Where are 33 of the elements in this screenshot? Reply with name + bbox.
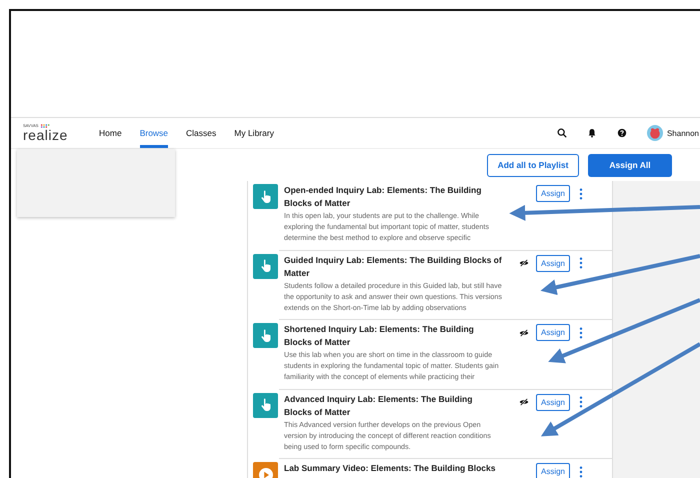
assign-button[interactable]: Assign xyxy=(536,254,570,272)
logo-dots-icon xyxy=(40,124,50,128)
more-options-icon[interactable] xyxy=(579,326,583,338)
nav-tab[interactable]: Classes xyxy=(186,118,216,148)
assign-button[interactable]: Assign xyxy=(536,463,570,478)
hand-pointer-icon xyxy=(253,184,278,209)
nav-tab[interactable]: Home xyxy=(99,118,122,148)
avatar-icon[interactable] xyxy=(646,125,663,141)
nav-tab[interactable]: My Library xyxy=(234,118,274,148)
hand-pointer-icon xyxy=(253,254,278,278)
hand-pointer-icon xyxy=(253,323,278,348)
notification-bell-icon[interactable] xyxy=(586,128,597,138)
item-title[interactable]: Shortened Inquiry Lab: Elements: The Building Blocks of Matter xyxy=(284,323,502,349)
eye-slash-icon[interactable] xyxy=(519,398,529,406)
more-options-icon[interactable] xyxy=(579,257,583,269)
item-title[interactable]: Lab Summary Video: Elements: The Building Blocks xyxy=(284,462,502,475)
eye-slash-icon[interactable] xyxy=(519,328,529,336)
add-all-to-playlist-button[interactable]: Add all to Playlist xyxy=(487,154,579,176)
assign-button[interactable]: Assign xyxy=(536,185,570,202)
item-title[interactable]: Guided Inquiry Lab: Elements: The Building Blocks of Matter xyxy=(284,254,502,280)
eye-slash-icon[interactable] xyxy=(519,259,529,267)
assign-all-button[interactable]: Assign All xyxy=(588,154,672,176)
more-options-icon[interactable] xyxy=(579,396,583,408)
user-name[interactable]: Shannon xyxy=(666,128,699,138)
search-icon[interactable] xyxy=(556,128,567,138)
hand-pointer-icon xyxy=(253,392,278,418)
assign-button[interactable]: Assign xyxy=(536,324,570,341)
item-title[interactable]: Advanced Inquiry Lab: Elements: The Building Blocks of Matter xyxy=(284,392,502,418)
assign-button[interactable]: Assign xyxy=(536,394,570,410)
more-options-icon[interactable] xyxy=(579,188,583,200)
help-icon[interactable] xyxy=(616,128,627,138)
item-title[interactable]: Open-ended Inquiry Lab: Elements: The Building Blocks of Matter xyxy=(284,184,502,210)
more-options-icon[interactable] xyxy=(579,466,583,478)
